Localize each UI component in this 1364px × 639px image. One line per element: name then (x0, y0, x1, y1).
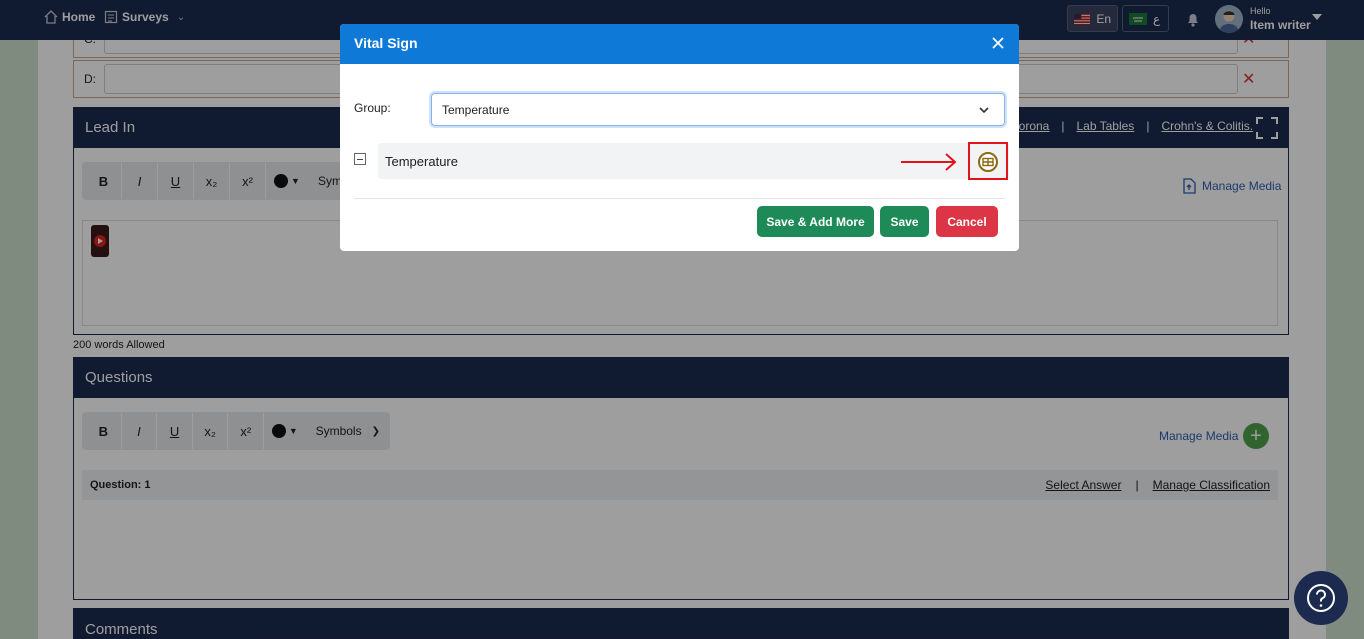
chevron-down-icon (979, 107, 989, 114)
tree-item-label: Temperature (385, 154, 458, 169)
modal-title: Vital Sign (354, 35, 418, 51)
group-selected-value: Temperature (442, 103, 510, 117)
table-options-icon[interactable] (977, 151, 999, 173)
help-question-icon (1307, 584, 1335, 612)
group-select[interactable]: Temperature (431, 93, 1005, 126)
group-label: Group: (354, 101, 391, 115)
modal-header: Vital Sign (340, 24, 1019, 64)
annotation-arrow-icon (901, 153, 957, 171)
help-button[interactable] (1294, 571, 1348, 625)
cancel-button[interactable]: Cancel (936, 206, 998, 237)
close-icon[interactable] (989, 34, 1007, 52)
collapse-toggle[interactable] (354, 153, 366, 165)
modal-divider (354, 198, 1005, 199)
vital-sign-modal: Vital Sign Group: Temperature Temperatur… (340, 24, 1019, 251)
save-add-more-button[interactable]: Save & Add More (757, 206, 874, 237)
save-button[interactable]: Save (880, 206, 929, 237)
